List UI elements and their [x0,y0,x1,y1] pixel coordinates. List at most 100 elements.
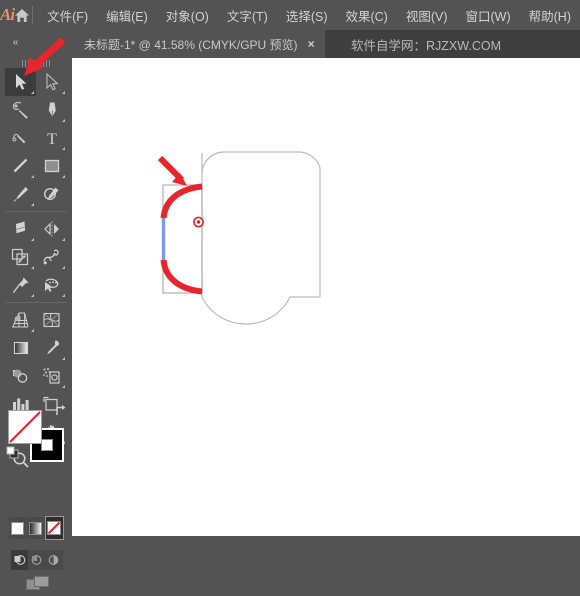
annotation-arrow-icon [160,158,187,186]
tool-flyout-marker [62,119,65,122]
close-icon[interactable]: × [308,38,315,50]
blob-brush-icon [43,185,61,203]
mesh-icon [42,311,61,329]
tool-blob-brush[interactable] [36,180,67,208]
collapse-panel-icon[interactable]: « [6,35,24,49]
shape-builder-icon [42,276,61,294]
tool-magic-wand[interactable] [5,96,36,124]
draw-mode-group [11,550,63,570]
tool-pen[interactable] [36,96,67,124]
tool-divider [5,211,67,212]
paintbrush-icon [12,185,30,203]
tool-scale[interactable] [5,243,36,271]
tool-eraser[interactable] [5,215,36,243]
tool-panel-header: « [0,30,72,58]
illustrator-window: Ai 文件(F) 编辑(E) 对象(O) 文字(T) 选择(S) 效果(C) 视… [0,0,580,536]
draw-mode-inside[interactable] [45,550,62,570]
tool-rectangle[interactable] [36,152,67,180]
home-icon[interactable] [14,0,30,30]
perspective-grid-icon [11,311,30,329]
menu-file[interactable]: 文件(F) [38,2,97,29]
tool-rotate-reflect[interactable] [36,215,67,243]
tool-flyout-marker [62,238,65,241]
swap-fill-stroke-icon[interactable] [54,404,68,418]
tool-flyout-marker [31,175,34,178]
draw-mode-normal[interactable] [11,550,28,570]
tool-paintbrush[interactable] [5,180,36,208]
tool-symbol-sprayer[interactable] [36,362,67,390]
color-swatch [11,522,24,535]
screen-mode-button[interactable] [26,575,50,591]
tool-eyedropper[interactable] [36,334,67,362]
line-segment-icon [12,157,30,175]
tool-flyout-marker [31,203,34,206]
reflect-icon [43,220,61,238]
rectangle-icon [43,157,61,175]
document-tab-title: 未标题-1* @ 41.58% (CMYK/GPU 预览) [84,36,298,53]
tool-flyout-marker [62,357,65,360]
eraser-icon [11,220,30,238]
stroke-swatch-inner [41,439,53,451]
anchor-point[interactable] [194,217,203,226]
fill-swatch[interactable] [8,410,42,444]
tool-flyout-marker [31,294,34,297]
tool-flyout-marker [62,147,65,150]
default-fill-stroke-icon[interactable] [6,446,22,462]
symbol-sprayer-icon [42,367,61,385]
draw-inside-icon [47,554,60,567]
canvas-area[interactable] [72,58,580,536]
tool-line-segment[interactable] [5,152,36,180]
app-logo: Ai [0,0,14,30]
fill-none-slash-icon [9,411,41,443]
tool-flyout-marker [62,266,65,269]
tool-selection[interactable] [5,68,36,96]
tool-curvature[interactable] [5,124,36,152]
tool-direct-selection[interactable] [36,68,67,96]
selection-arrow-icon [13,73,29,91]
tool-mesh[interactable] [36,306,67,334]
document-tab-bar: « 未标题-1* @ 41.58% (CMYK/GPU 预览) × 软件自学网：… [0,30,580,58]
tool-flyout-marker [62,175,65,178]
free-transform-pin-icon [12,276,30,294]
none-slash-icon [47,521,61,535]
tool-flyout-marker [62,294,65,297]
gradient-swatch [29,522,42,535]
menu-select[interactable]: 选择(S) [277,2,337,29]
svg-text:T: T [47,131,57,147]
type-t-icon: T [44,129,60,147]
tool-flyout-marker [31,238,34,241]
menu-help[interactable]: 帮助(H) [520,2,580,29]
tool-perspective-grid[interactable] [5,306,36,334]
draw-mode-behind[interactable] [28,550,45,570]
menu-effect[interactable]: 效果(C) [336,2,396,29]
menu-window[interactable]: 窗口(W) [457,2,520,29]
panel-drag-handle[interactable] [22,60,52,67]
tool-blend[interactable] [5,362,36,390]
menu-item-list: 文件(F) 编辑(E) 对象(O) 文字(T) 选择(S) 效果(C) 视图(V… [38,2,580,29]
menu-object[interactable]: 对象(O) [157,2,218,29]
menu-edit[interactable]: 编辑(E) [97,2,157,29]
fill-stroke-control [8,406,64,466]
tool-panel: T [0,58,72,536]
menu-type[interactable]: 文字(T) [218,2,277,29]
document-tab[interactable]: 未标题-1* @ 41.58% (CMYK/GPU 预览) × [72,30,325,58]
draw-behind-icon [30,554,43,567]
watermark-text: 软件自学网：RJZXW.COM [351,30,501,58]
curvature-icon [12,129,30,147]
tool-flyout-marker [62,385,65,388]
tool-shape-builder[interactable] [36,271,67,299]
tool-free-transform[interactable] [5,271,36,299]
tool-flyout-marker [31,266,34,269]
tool-flyout-marker [31,91,34,94]
menu-view[interactable]: 视图(V) [397,2,457,29]
tool-gradient[interactable] [5,334,36,362]
tool-divider [5,302,67,303]
tool-flyout-marker [62,91,65,94]
tool-type[interactable]: T [36,124,67,152]
eyedropper-icon [43,339,61,357]
color-mode-group [9,517,64,541]
screen-mode-icon [26,575,50,591]
handle-arc-lower [164,260,203,292]
tool-width-warp[interactable] [36,243,67,271]
artwork-svg [72,58,580,536]
